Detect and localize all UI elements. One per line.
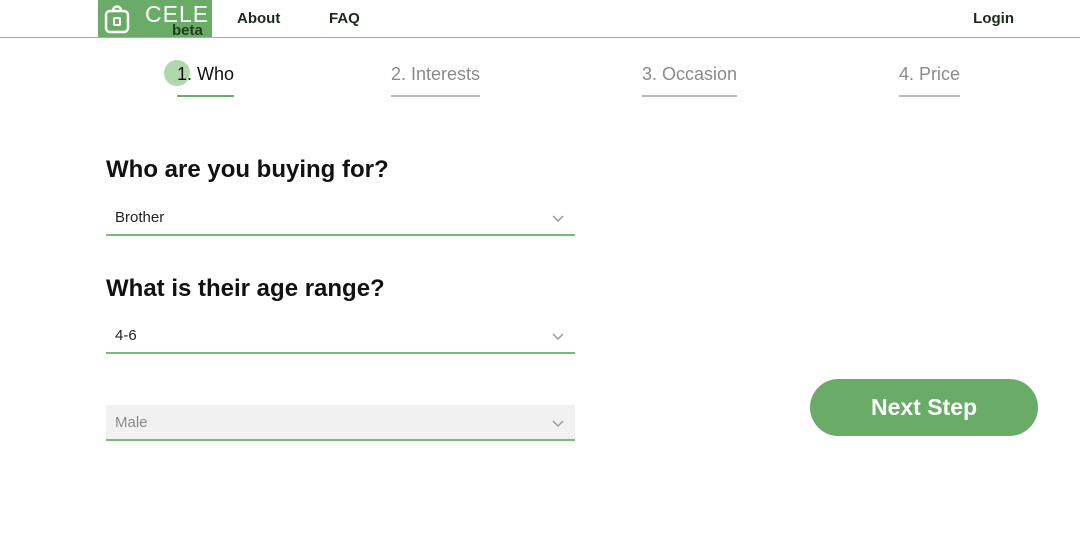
chevron-down-icon xyxy=(552,333,564,341)
age-range-select[interactable]: 4-6 xyxy=(106,318,575,354)
step-occasion[interactable]: 3. Occasion xyxy=(642,64,738,97)
gift-bag-icon xyxy=(104,5,130,34)
logo-beta-badge: beta xyxy=(172,22,203,39)
nav-login-link[interactable]: Login xyxy=(973,10,1014,27)
gender-select[interactable]: Male xyxy=(106,405,575,441)
question-age: What is their age range? xyxy=(106,275,385,302)
step-interests[interactable]: 2. Interests xyxy=(391,64,481,97)
question-who: Who are you buying for? xyxy=(106,156,389,183)
age-range-select-value: 4-6 xyxy=(115,327,137,344)
step-who[interactable]: 1. Who xyxy=(177,64,235,97)
nav-faq-link[interactable]: FAQ xyxy=(329,10,360,27)
next-step-button[interactable]: Next Step xyxy=(810,379,1038,436)
nav-about-link[interactable]: About xyxy=(237,10,280,27)
chevron-down-icon xyxy=(552,420,564,428)
recipient-select-value: Brother xyxy=(115,209,165,226)
chevron-down-icon xyxy=(552,215,564,223)
top-nav: CELE beta About FAQ Login xyxy=(0,0,1080,39)
step-price[interactable]: 4. Price xyxy=(899,64,961,97)
step-progress: 1. Who 2. Interests 3. Occasion 4. Price xyxy=(0,64,1080,104)
gender-select-value: Male xyxy=(115,414,148,431)
recipient-select[interactable]: Brother xyxy=(106,200,575,236)
logo[interactable]: CELE beta xyxy=(98,0,212,39)
